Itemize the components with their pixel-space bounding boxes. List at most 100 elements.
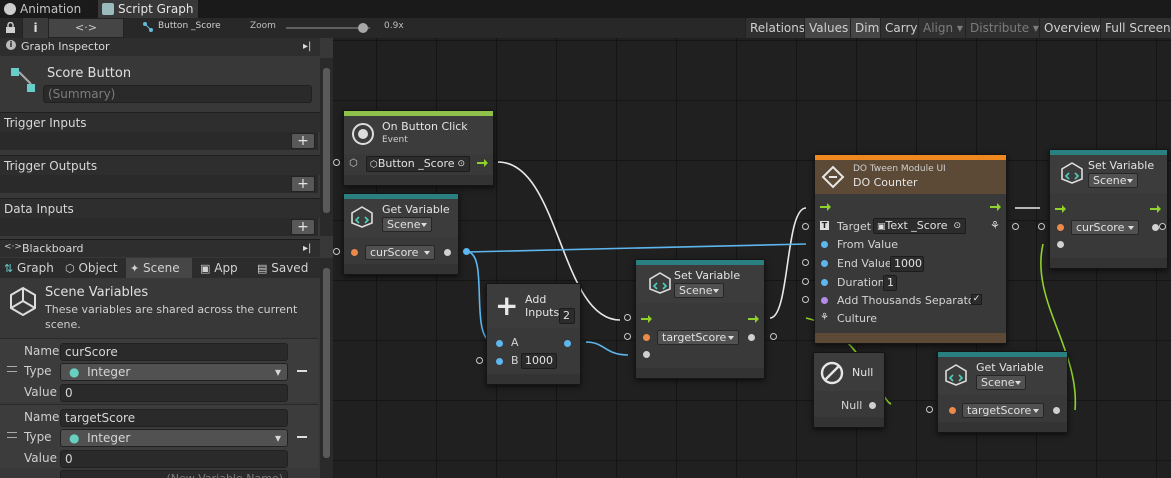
scope-dropdown[interactable]: Scene (976, 375, 1026, 390)
value-output-port[interactable] (444, 249, 451, 256)
flow-input-port[interactable] (641, 315, 652, 323)
drag-handle-icon[interactable] (7, 366, 17, 372)
add-trigger-output-button[interactable]: + (291, 176, 315, 192)
separator-port[interactable] (821, 297, 828, 304)
scrollbar-thumb[interactable] (323, 268, 330, 458)
scrollbar-thumb[interactable] (323, 68, 330, 213)
target-picker-icon[interactable]: ⊙ (953, 219, 961, 233)
tab-animation[interactable]: Animation (0, 0, 96, 18)
variable-name-dropdown[interactable]: curScore (1071, 220, 1139, 235)
value-output-port[interactable] (1152, 224, 1159, 231)
duration-field[interactable]: 1 (883, 275, 897, 291)
tab-saved[interactable]: ▤ Saved (253, 258, 319, 278)
value-input-port[interactable] (333, 159, 340, 166)
remove-variable-button[interactable] (297, 436, 307, 438)
value-output-port[interactable] (748, 334, 755, 341)
value-input-port[interactable] (476, 357, 483, 364)
variable-value-field[interactable]: 0 (60, 450, 288, 468)
dim-button[interactable]: Dim (850, 18, 880, 38)
flow-output-port[interactable] (477, 159, 488, 167)
value-input-port[interactable] (333, 248, 340, 255)
get-variable-node[interactable]: Get Variable Scene curScore (343, 193, 459, 275)
separator-input-ring[interactable] (802, 296, 809, 303)
variable-value-field[interactable]: 0 (60, 384, 288, 402)
tween-output-ring[interactable] (1012, 223, 1019, 230)
info-icon[interactable]: i (22, 18, 48, 38)
tab-graph[interactable]: ⇅ Graph (0, 258, 60, 278)
name-port[interactable] (949, 407, 956, 414)
flow-output-port[interactable] (990, 203, 1001, 211)
overview-button[interactable]: Overview (1039, 18, 1101, 38)
end-value-field[interactable]: 1000 (890, 256, 924, 272)
add-data-input-button[interactable]: + (291, 219, 315, 235)
name-input-ring[interactable] (1038, 223, 1045, 230)
target-field[interactable]: ⬡Button _Score ⊙ (366, 156, 470, 172)
null-output-port[interactable] (869, 402, 876, 409)
trigger-inputs-header[interactable]: Trigger Inputs (0, 112, 320, 132)
variable-name-field[interactable]: targetScore (60, 409, 288, 427)
flow-input-port[interactable] (1055, 205, 1066, 213)
flow-output-port[interactable] (748, 315, 759, 323)
target-field[interactable]: ▣Text _Score ⊙ (873, 218, 966, 234)
value-output-ring[interactable] (1159, 223, 1166, 230)
do-counter-node[interactable]: DO Tween Module UI DO Counter T Target ▣… (814, 154, 1007, 344)
tab-scene[interactable]: ✦ Scene (126, 258, 192, 278)
align-dropdown[interactable]: Align ▾ (918, 18, 965, 38)
name-input-ring[interactable] (926, 406, 933, 413)
duration-port[interactable] (821, 279, 828, 286)
scope-dropdown[interactable]: Scene (674, 283, 724, 298)
get-variable-node[interactable]: Get Variable Scene targetScore (937, 351, 1068, 433)
value-input-port[interactable] (1057, 241, 1064, 248)
tab-object[interactable]: ⬡ Object (61, 258, 125, 278)
collapse-icon[interactable]: ▸| (303, 243, 311, 254)
drag-handle-icon[interactable] (7, 432, 17, 438)
scope-dropdown[interactable]: Scene (382, 217, 432, 232)
inspector-scrollbar[interactable] (320, 58, 333, 236)
value-output-port[interactable] (463, 248, 470, 255)
add-inputs-node[interactable]: + Add Inputs 2 A B 1000 (486, 283, 581, 385)
set-variable-node[interactable]: Set Variable Scene targetScore (635, 259, 765, 379)
end-value-input-ring[interactable] (802, 259, 809, 266)
breadcrumb[interactable]: Button _Score (158, 21, 221, 31)
name-port[interactable] (351, 249, 358, 256)
variable-type-dropdown[interactable]: ● Integer ▾ (60, 363, 288, 381)
flow-output-port[interactable] (1150, 205, 1161, 213)
zoom-slider-handle[interactable] (358, 23, 368, 33)
value-output-ring[interactable] (770, 333, 777, 340)
flow-input-port[interactable] (820, 203, 831, 211)
remove-variable-button[interactable] (297, 370, 307, 372)
carry-button[interactable]: Carry (880, 18, 918, 38)
separator-checkbox[interactable]: ✓ (971, 294, 982, 305)
trigger-outputs-header[interactable]: Trigger Outputs (0, 155, 320, 175)
name-port[interactable] (643, 334, 650, 341)
relations-button[interactable]: Relations (745, 18, 805, 38)
blackboard-scrollbar[interactable] (320, 258, 333, 478)
target-picker-icon[interactable]: ⊙ (457, 157, 465, 171)
duration-input-ring[interactable] (802, 278, 809, 285)
variable-type-dropdown[interactable]: ● Integer ▾ (60, 429, 288, 447)
add-trigger-input-button[interactable]: + (291, 133, 315, 149)
scope-dropdown[interactable]: Scene (1088, 173, 1138, 188)
sum-output-port[interactable] (564, 340, 571, 347)
full-screen-button[interactable]: Full Screen (1100, 18, 1171, 38)
value-input-port[interactable] (643, 351, 650, 358)
name-port[interactable] (1057, 224, 1064, 231)
target-input-ring[interactable] (802, 223, 809, 230)
b-input-port[interactable] (496, 358, 503, 365)
end-value-port[interactable] (821, 260, 828, 267)
value-output-port[interactable] (1053, 407, 1060, 414)
input-count-field[interactable]: 2 (559, 308, 575, 324)
variable-name-dropdown[interactable]: targetScore (962, 403, 1044, 418)
distribute-dropdown[interactable]: Distribute ▾ (965, 18, 1039, 38)
a-input-port[interactable] (496, 340, 503, 347)
variable-name-field[interactable]: curScore (60, 343, 288, 361)
flow-input-ring[interactable] (624, 314, 631, 321)
tween-output-icon[interactable]: ⚘ (990, 219, 1000, 232)
variable-name-dropdown[interactable]: targetScore (657, 330, 739, 345)
collapse-icon[interactable]: ▸| (303, 41, 311, 52)
graph-name[interactable]: Score Button (47, 66, 131, 81)
set-variable-node[interactable]: Set Variable Scene curScore (1049, 149, 1168, 269)
from-value-port[interactable] (821, 241, 828, 248)
variable-name-dropdown[interactable]: curScore (365, 245, 435, 260)
graph-type-icon[interactable]: <·> (48, 18, 124, 38)
